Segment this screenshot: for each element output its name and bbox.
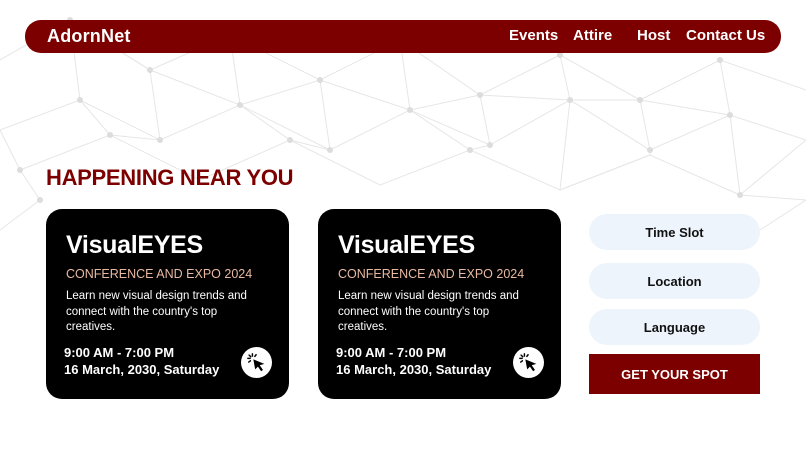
location-filter[interactable]: Location bbox=[589, 263, 760, 299]
event-date: 16 March, 2030, Saturday bbox=[64, 362, 220, 377]
get-your-spot-button[interactable]: GET YOUR SPOT bbox=[589, 354, 760, 394]
event-title: VisualEYES bbox=[66, 231, 203, 259]
event-date: 16 March, 2030, Saturday bbox=[336, 362, 492, 377]
nav-host[interactable]: Host bbox=[637, 27, 670, 44]
language-filter[interactable]: Language bbox=[589, 309, 760, 345]
nav-attire[interactable]: Attire bbox=[573, 27, 612, 44]
event-subtitle: CONFERENCE AND EXPO 2024 bbox=[66, 267, 253, 281]
top-navbar: AdornNet Events Attire Host Contact Us bbox=[25, 20, 781, 53]
cursor-click-icon[interactable] bbox=[513, 347, 544, 378]
nav-contact-us[interactable]: Contact Us bbox=[686, 27, 765, 44]
event-time: 9:00 AM - 7:00 PM bbox=[64, 345, 175, 360]
event-title: VisualEYES bbox=[338, 231, 475, 259]
event-time: 9:00 AM - 7:00 PM bbox=[336, 345, 447, 360]
time-slot-filter[interactable]: Time Slot bbox=[589, 214, 760, 250]
event-description: Learn new visual design trends and conne… bbox=[66, 290, 247, 333]
section-title: HAPPENING NEAR YOU bbox=[46, 165, 294, 190]
event-card[interactable]: VisualEYES CONFERENCE AND EXPO 2024 Lear… bbox=[318, 209, 561, 399]
nav-events[interactable]: Events bbox=[509, 27, 558, 44]
event-description: Learn new visual design trends and conne… bbox=[338, 290, 519, 333]
event-card[interactable]: VisualEYES CONFERENCE AND EXPO 2024 Lear… bbox=[46, 209, 289, 399]
brand-logo[interactable]: AdornNet bbox=[47, 26, 131, 47]
cursor-click-icon[interactable] bbox=[241, 347, 272, 378]
event-subtitle: CONFERENCE AND EXPO 2024 bbox=[338, 267, 525, 281]
